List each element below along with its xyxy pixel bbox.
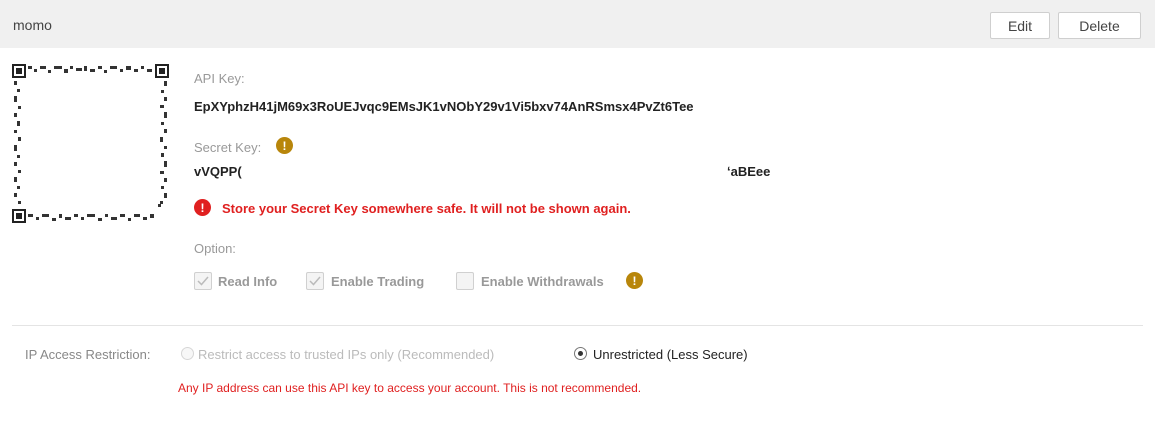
enable-withdrawals-label: Enable Withdrawals [481, 274, 604, 289]
ip-restriction-notice: Any IP address can use this API key to a… [178, 381, 642, 395]
withdrawals-info-icon[interactable]: ! [626, 272, 643, 289]
unrestricted-radio[interactable] [574, 347, 587, 360]
edit-button[interactable]: Edit [990, 12, 1050, 39]
restrict-ips-label[interactable]: Restrict access to trusted IPs only (Rec… [198, 347, 494, 362]
section-divider [12, 325, 1143, 326]
secret-key-info-icon[interactable]: ! [276, 137, 293, 154]
api-key-header: momo Edit Delete [0, 0, 1155, 48]
delete-button[interactable]: Delete [1058, 12, 1141, 39]
api-key-name: momo [13, 17, 52, 33]
enable-trading-checkbox[interactable] [306, 272, 324, 290]
secret-key-value-start: vVQPP( [194, 164, 242, 179]
option-label: Option: [194, 241, 236, 256]
qr-code-image [12, 64, 169, 223]
ip-restriction-label: IP Access Restriction: [25, 347, 151, 362]
enable-withdrawals-checkbox[interactable] [456, 272, 474, 290]
secret-key-warning: Store your Secret Key somewhere safe. It… [222, 201, 631, 216]
read-info-checkbox[interactable] [194, 272, 212, 290]
unrestricted-label[interactable]: Unrestricted (Less Secure) [593, 347, 748, 362]
read-info-label: Read Info [218, 274, 278, 289]
api-key-value: EpXYphzH41jM69x3RoUEJvqc9EMsJK1vNObY29v1… [194, 99, 694, 114]
secret-key-value-end: ʻaBEee [727, 164, 771, 179]
enable-trading-label: Enable Trading [331, 274, 425, 289]
warning-icon: ! [194, 199, 211, 216]
api-key-label: API Key: [194, 71, 245, 86]
restrict-ips-radio[interactable] [181, 347, 194, 360]
secret-key-label: Secret Key: [194, 140, 262, 155]
